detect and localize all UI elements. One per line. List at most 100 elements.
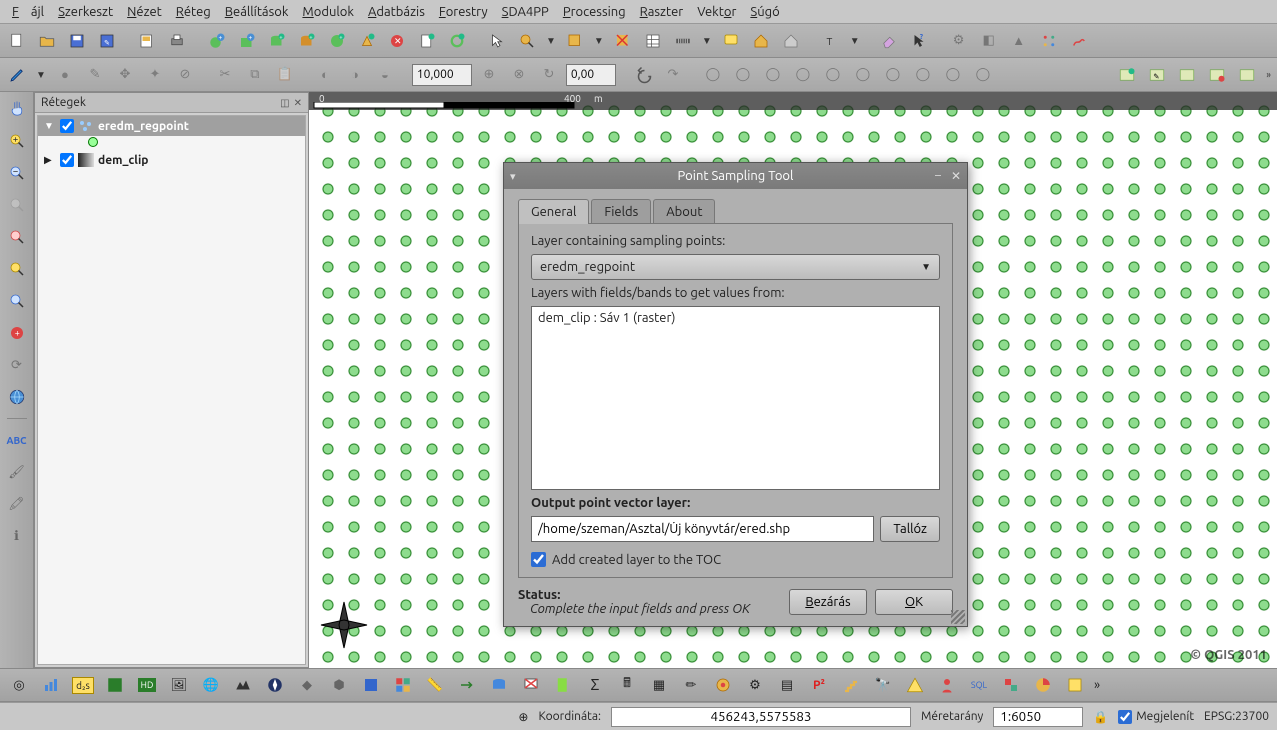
pl-target-icon[interactable] (710, 672, 736, 698)
pl-tile-icon[interactable]: ▤ (774, 672, 800, 698)
g3-icon[interactable]: ◯ (760, 62, 786, 88)
add-gps-icon[interactable] (444, 28, 470, 54)
layer-visibility-checkbox[interactable] (60, 119, 74, 133)
refresh-icon[interactable]: ⟳ (4, 352, 30, 378)
label-icon[interactable]: ABC (4, 427, 30, 453)
save-icon[interactable] (64, 28, 90, 54)
node-icon[interactable]: ✦ (142, 62, 168, 88)
expand-icon[interactable]: ▼ (44, 120, 56, 132)
tool-a-icon[interactable]: ◐ (312, 62, 338, 88)
pl-hd-icon[interactable]: HD (134, 672, 160, 698)
menu-item[interactable]: Réteg (170, 3, 217, 21)
resize-grip-icon[interactable] (951, 610, 965, 624)
add-wms-icon[interactable]: + (324, 28, 350, 54)
close-icon[interactable]: ✕ (951, 169, 961, 183)
menu-item[interactable]: Fájl (6, 3, 50, 21)
eraser-icon[interactable] (876, 28, 902, 54)
pointer-icon[interactable] (484, 28, 510, 54)
zoom-out-icon[interactable] (4, 160, 30, 186)
crs-label[interactable]: EPSG:23700 (1204, 710, 1269, 723)
layer-visibility-checkbox[interactable] (60, 153, 74, 167)
tab-fields[interactable]: Fields (591, 199, 651, 224)
map5-icon[interactable] (1234, 62, 1260, 88)
pl-person-icon[interactable] (934, 672, 960, 698)
zoom-last-icon[interactable] (4, 288, 30, 314)
pl-spiral-icon[interactable]: ◎ (6, 672, 32, 698)
pl-sql-icon[interactable]: SQL (966, 672, 992, 698)
ok-button[interactable]: OK (875, 589, 953, 615)
menu-item[interactable]: Szerkeszt (52, 3, 119, 21)
map4-icon[interactable] (1204, 62, 1230, 88)
tool-e-icon[interactable]: ⊗ (506, 62, 532, 88)
render-checkbox[interactable] (1118, 710, 1132, 724)
redo-icon[interactable]: ↷ (660, 62, 686, 88)
maptips-icon[interactable] (718, 28, 744, 54)
add-vector-icon[interactable]: + (204, 28, 230, 54)
close-button[interactable]: Bezárás (789, 589, 867, 615)
pl-colors-icon[interactable] (390, 672, 416, 698)
g7-icon[interactable]: ◯ (880, 62, 906, 88)
tab-general[interactable]: General (518, 199, 589, 224)
pl-green1-icon[interactable] (102, 672, 128, 698)
pl-grey1-icon[interactable]: ◆ (294, 672, 320, 698)
pl-pencil2-icon[interactable]: ✏ (678, 672, 704, 698)
add-wfs-icon[interactable] (354, 28, 380, 54)
dropdown-arrow-icon[interactable]: ▼ (592, 35, 606, 47)
add-raster-icon[interactable]: + (234, 28, 260, 54)
attributes-icon[interactable] (640, 28, 666, 54)
measure-icon[interactable] (670, 28, 696, 54)
g2-icon[interactable]: ◯ (730, 62, 756, 88)
menu-item[interactable]: Adatbázis (362, 3, 431, 21)
pl-arrow-icon[interactable] (454, 672, 480, 698)
source-layers-list[interactable]: dem_clip : Sáv 1 (raster) (531, 306, 940, 490)
zoom-full-icon[interactable] (4, 192, 30, 218)
zoom-in-icon[interactable] (4, 128, 30, 154)
tool-b-icon[interactable]: ◑ (342, 62, 368, 88)
dropdown-arrow-icon[interactable]: ▼ (544, 35, 558, 47)
layer-item-dem-clip[interactable]: ▶ dem_clip (38, 150, 305, 170)
scale-input-a[interactable] (412, 64, 472, 86)
undo-icon[interactable] (630, 62, 656, 88)
minimize-icon[interactable]: – (935, 169, 941, 183)
map3-icon[interactable] (1174, 62, 1200, 88)
identify-icon[interactable] (514, 28, 540, 54)
dropdown-arrow-icon[interactable]: ▼ (700, 35, 714, 47)
toggle-extents-icon[interactable]: ⊕ (518, 710, 528, 724)
globe-icon[interactable] (4, 384, 30, 410)
remove-layer-icon[interactable]: ✕ (384, 28, 410, 54)
plugin2-icon[interactable]: ◧ (976, 28, 1002, 54)
g1-icon[interactable]: ◯ (700, 62, 726, 88)
edit2-icon[interactable]: ✎ (82, 62, 108, 88)
browse-button[interactable]: Tallóz (880, 516, 940, 542)
menu-item[interactable]: Súgó (744, 3, 785, 21)
select-icon[interactable] (562, 28, 588, 54)
overflow-icon[interactable]: » (1264, 69, 1273, 80)
g8-icon[interactable]: ◯ (910, 62, 936, 88)
menu-item[interactable]: Modulok (296, 3, 360, 21)
print-icon[interactable] (164, 28, 190, 54)
pl-profile-icon[interactable] (230, 672, 256, 698)
brush2-icon[interactable]: 🖍 (4, 491, 30, 517)
pl-grid-icon[interactable]: ▦ (646, 672, 672, 698)
pl-photo-icon[interactable]: 🖼 (166, 672, 192, 698)
stop-render-icon[interactable]: 🔒 (1093, 710, 1108, 724)
layers-tree[interactable]: ▼ eredm_regpoint ▶ dem_clip (37, 115, 306, 665)
menu-item[interactable]: Vektor (691, 3, 742, 21)
g5-icon[interactable]: ◯ (820, 62, 846, 88)
g9-icon[interactable]: ◯ (940, 62, 966, 88)
help-icon[interactable]: ? (906, 28, 932, 54)
pl-d2s-icon[interactable]: d₂s (70, 672, 96, 698)
add-to-toc-checkbox[interactable] (531, 552, 546, 567)
tool-c-icon[interactable]: ◒ (372, 62, 398, 88)
pl-pie-icon[interactable] (1030, 672, 1056, 698)
pl-calc-icon[interactable]: 🖩 (614, 672, 640, 698)
pencil-icon[interactable] (4, 62, 30, 88)
pl-grey2-icon[interactable]: ⬢ (326, 672, 352, 698)
coord-input[interactable] (611, 707, 911, 727)
move-icon[interactable]: ✥ (112, 62, 138, 88)
panel-close-icon[interactable]: ✕ (294, 97, 302, 109)
pan-icon[interactable] (4, 96, 30, 122)
plugin4-icon[interactable] (1036, 28, 1062, 54)
bookmark-list-icon[interactable] (778, 28, 804, 54)
output-path-input[interactable] (531, 516, 874, 542)
